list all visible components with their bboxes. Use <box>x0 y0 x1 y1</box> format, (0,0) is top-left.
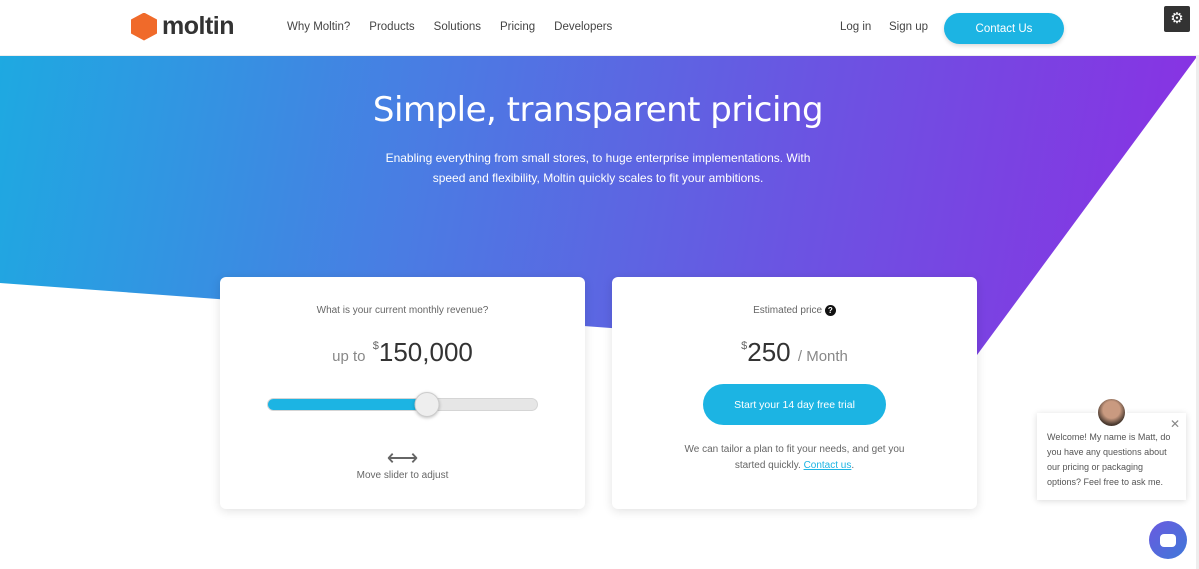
price-label: Estimated price ? <box>612 305 977 316</box>
tailor-note: We can tailor a plan to fit your needs, … <box>684 444 905 471</box>
contact-us-button[interactable]: Contact Us <box>944 13 1064 44</box>
revenue-amount: up to $150,000 <box>220 337 585 368</box>
slider-handle[interactable] <box>414 392 440 417</box>
login-link[interactable]: Log in <box>840 21 871 33</box>
logo-hex-icon <box>131 12 157 41</box>
signup-link[interactable]: Sign up <box>889 21 928 33</box>
chat-launcher-button[interactable] <box>1149 521 1187 559</box>
nav-pricing[interactable]: Pricing <box>500 21 535 33</box>
top-nav: moltin Why Moltin? Products Solutions Pr… <box>0 0 1199 56</box>
moltin-logo[interactable]: moltin <box>131 12 235 41</box>
logo-text: moltin <box>162 12 235 40</box>
price-value: 250 <box>747 337 791 367</box>
nav-developers[interactable]: Developers <box>554 21 612 33</box>
revenue-prefix: up to <box>332 348 366 365</box>
revenue-slider[interactable] <box>267 392 538 417</box>
page-subtitle: Enabling everything from small stores, t… <box>385 151 811 185</box>
revenue-card: What is your current monthly revenue? up… <box>220 277 585 509</box>
hubspot-icon[interactable]: ⚙ <box>1164 6 1190 32</box>
nav-solutions[interactable]: Solutions <box>434 21 481 33</box>
help-icon[interactable]: ? <box>824 305 836 316</box>
slider-fill <box>268 399 427 410</box>
start-trial-button[interactable]: Start your 14 day free trial <box>703 384 886 425</box>
close-icon[interactable]: ✕ <box>1170 417 1180 432</box>
chat-message: Welcome! My name is Matt, do you have an… <box>1047 432 1171 487</box>
nav-products[interactable]: Products <box>369 21 414 33</box>
price-period: / Month <box>797 348 848 365</box>
price-amount: $250 / Month <box>612 337 977 368</box>
slider-hint: Move slider to adjust <box>356 470 449 481</box>
chat-icon <box>1160 533 1176 547</box>
revenue-question: What is your current monthly revenue? <box>316 305 489 316</box>
revenue-value: 150,000 <box>378 337 473 367</box>
contact-us-link[interactable]: Contact us <box>804 460 852 471</box>
price-card: Estimated price ? $250 / Month Start you… <box>612 277 977 509</box>
agent-avatar <box>1096 397 1127 428</box>
page-title: Simple, transparent pricing <box>372 90 824 130</box>
nav-why-moltin[interactable]: Why Moltin? <box>287 21 350 33</box>
horizontal-arrows-icon: ⟷ <box>386 445 419 470</box>
main-menu: Why Moltin? Products Solutions Pricing D… <box>287 21 612 33</box>
